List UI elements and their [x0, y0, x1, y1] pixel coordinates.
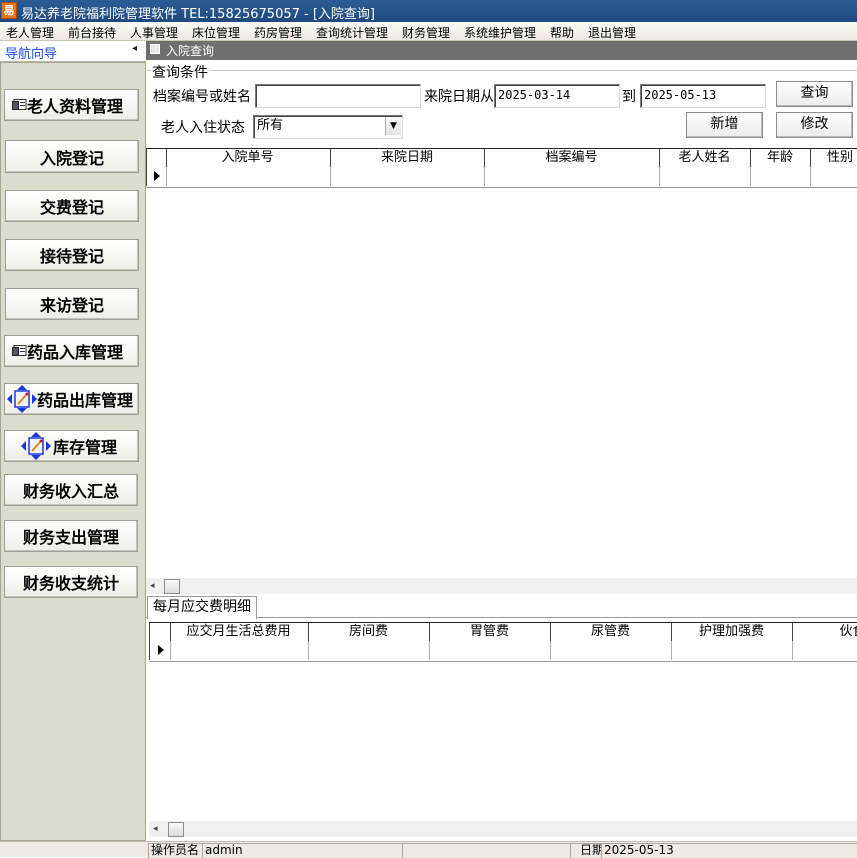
column-header[interactable]: 伙食 [792, 623, 857, 641]
column-header[interactable]: 性别 [810, 149, 857, 167]
menu-query-stats[interactable]: 查询统计管理 [316, 24, 388, 41]
fee-grid-hscrollbar[interactable]: ◂ [149, 821, 857, 837]
menu-exit[interactable]: 退出管理 [588, 24, 636, 41]
operator-label: 操作员名 [148, 843, 206, 858]
current-row-pointer-icon [158, 645, 164, 655]
menu-personnel[interactable]: 人事管理 [130, 24, 178, 41]
table-cell[interactable] [671, 641, 793, 660]
menu-system-maintenance[interactable]: 系统维护管理 [464, 24, 536, 41]
nav-title: 导航向导 [5, 47, 58, 62]
status-select-value: 所有 [257, 118, 284, 133]
column-header[interactable]: 护理加强费 [671, 623, 793, 641]
table-cell[interactable] [792, 641, 857, 660]
query-group-border [147, 70, 857, 71]
nav-button-finance-stats[interactable]: 财务收支统计 [4, 566, 138, 598]
admission-grid-hscrollbar[interactable]: ◂ [146, 578, 857, 594]
box-arrows-icon [7, 385, 37, 413]
column-header[interactable]: 入院单号 [165, 149, 331, 167]
status-select[interactable]: 所有 ▼ [253, 115, 403, 139]
window-icon [150, 44, 160, 54]
row-selector-header [146, 149, 167, 167]
date-to-label: 到 [622, 89, 636, 105]
table-cell[interactable] [429, 641, 551, 660]
table-cell[interactable] [550, 641, 672, 660]
content-header [146, 41, 857, 60]
row-selector[interactable] [149, 641, 171, 660]
row-selector-header [149, 623, 171, 641]
tab-monthly-fees[interactable]: 每月应交费明细 [147, 596, 257, 619]
column-header[interactable]: 胃管费 [429, 623, 551, 641]
edit-button[interactable]: 修改 [776, 112, 853, 138]
table-cell[interactable] [330, 167, 485, 186]
card-icon [12, 99, 27, 110]
nav-button-drug-inbound[interactable]: 药品入库管理 [4, 335, 139, 367]
column-header[interactable]: 年龄 [750, 149, 811, 167]
date-to-input[interactable]: 2025-05-13 [640, 84, 766, 108]
fee-grid-header: 应交月生活总费用 房间费 胃管费 尿管费 护理加强费 伙食 [149, 622, 857, 643]
table-cell[interactable] [169, 641, 309, 660]
column-header[interactable]: 档案编号 [484, 149, 660, 167]
row-selector[interactable] [146, 167, 167, 186]
chevron-down-icon[interactable]: ▼ [385, 117, 401, 135]
query-group-title: 查询条件 [151, 62, 209, 82]
nav-panel: 老人资料管理 入院登记 交费登记 接待登记 来访登记 药品入库管理 药品出库管理… [0, 62, 146, 841]
nav-button-visitor-register[interactable]: 来访登记 [5, 288, 139, 320]
id-or-name-label: 档案编号或姓名 [153, 89, 251, 105]
column-header[interactable]: 尿管费 [550, 623, 672, 641]
table-cell[interactable] [308, 641, 430, 660]
status-blank-field [402, 843, 574, 858]
nav-button-inventory[interactable]: 库存管理 [4, 430, 139, 462]
table-cell[interactable] [750, 167, 811, 186]
date-label: 日期 [570, 843, 605, 858]
box-arrows-icon [21, 432, 51, 460]
column-header[interactable]: 房间费 [308, 623, 430, 641]
menu-help[interactable]: 帮助 [550, 24, 574, 41]
scroll-thumb[interactable] [164, 579, 180, 594]
scroll-thumb[interactable] [168, 822, 184, 837]
table-row[interactable] [146, 167, 857, 188]
menu-bar: 老人管理 前台接待 人事管理 床位管理 药房管理 查询统计管理 财务管理 系统维… [0, 22, 857, 41]
current-row-pointer-icon [154, 171, 160, 181]
table-cell[interactable] [484, 167, 660, 186]
nav-button-admission-register[interactable]: 入院登记 [5, 140, 139, 173]
admission-grid-header: 入院单号 来院日期 档案编号 老人姓名 年龄 性别 [146, 148, 857, 169]
scroll-left-icon[interactable]: ◂ [153, 824, 158, 834]
nav-collapse-icon[interactable]: ◂ [132, 43, 137, 54]
card-icon [12, 345, 27, 356]
window-title: 易达养老院福利院管理软件 TEL:15825675057 - [入院查询] [21, 7, 375, 22]
nav-button-drug-outbound[interactable]: 药品出库管理 [4, 383, 139, 415]
table-cell[interactable] [659, 167, 751, 186]
search-button[interactable]: 查询 [776, 81, 853, 107]
menu-bed-management[interactable]: 床位管理 [192, 24, 240, 41]
scroll-left-icon[interactable]: ◂ [150, 581, 155, 591]
nav-button-finance-expense[interactable]: 财务支出管理 [4, 520, 138, 552]
nav-button-elder-records[interactable]: 老人资料管理 [4, 89, 139, 121]
menu-finance[interactable]: 财务管理 [402, 24, 450, 41]
table-cell[interactable] [810, 167, 857, 186]
date-from-label: 来院日期从 [424, 89, 494, 105]
nav-button-payment-register[interactable]: 交费登记 [5, 190, 139, 222]
table-row[interactable] [149, 641, 857, 662]
column-header[interactable]: 老人姓名 [659, 149, 751, 167]
menu-pharmacy[interactable]: 药房管理 [254, 24, 302, 41]
date-from-input[interactable]: 2025-03-14 [494, 84, 620, 108]
nav-button-reception-register[interactable]: 接待登记 [5, 239, 139, 271]
content-title: 入院查询 [166, 44, 215, 58]
menu-front-desk[interactable]: 前台接待 [68, 24, 116, 41]
status-label: 老人入住状态 [161, 120, 245, 136]
id-or-name-input[interactable] [255, 84, 421, 108]
app-icon: 易 [1, 2, 17, 19]
column-header[interactable]: 应交月生活总费用 [169, 623, 309, 641]
operator-value: admin [202, 843, 404, 858]
menu-elder-management[interactable]: 老人管理 [6, 24, 54, 41]
add-button[interactable]: 新增 [686, 112, 763, 138]
table-cell[interactable] [165, 167, 331, 186]
date-value: 2025-05-13 [601, 843, 857, 858]
column-header[interactable]: 来院日期 [330, 149, 485, 167]
nav-button-finance-income[interactable]: 财务收入汇总 [4, 474, 138, 506]
